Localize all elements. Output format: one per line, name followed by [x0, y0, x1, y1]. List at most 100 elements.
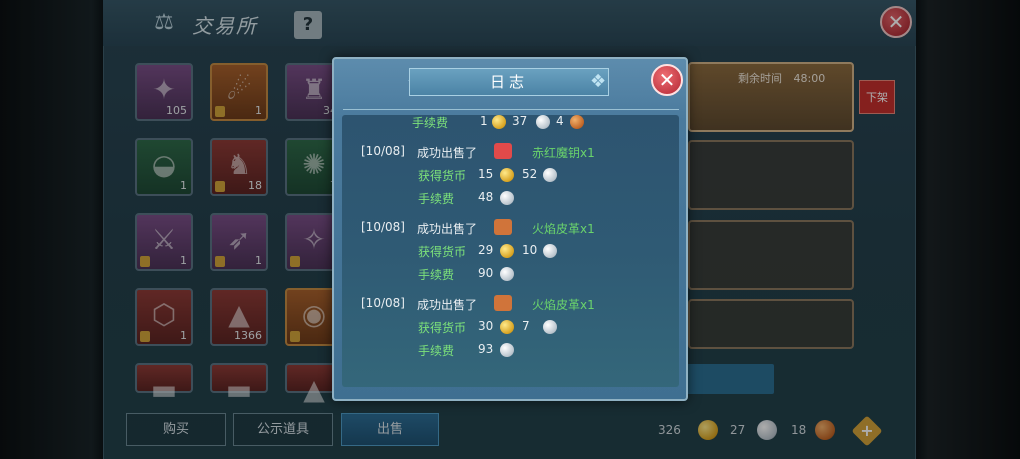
silver-coin-icon	[543, 168, 557, 182]
inventory-slot[interactable]: ✦ 105	[135, 63, 193, 121]
item-icon	[494, 143, 512, 159]
earn-silver-value: 10	[522, 243, 538, 257]
inventory-slot[interactable]: ▲ 1366	[210, 288, 268, 346]
item-icon: ➶	[227, 223, 251, 256]
silver-coin-icon	[500, 343, 514, 357]
log-action: 成功出售了	[417, 298, 478, 312]
page-title: 交易所	[192, 14, 258, 38]
item-icon	[494, 219, 512, 235]
close-exchange-button[interactable]: ✕	[880, 6, 912, 38]
remaining-time-value: 48:00	[793, 72, 826, 85]
item-icon: ☄	[226, 73, 252, 106]
item-count: 1366	[234, 329, 262, 342]
log-date: [10/08]	[361, 296, 405, 310]
earn-silver-value: 7	[522, 319, 530, 333]
item-icon: ◒	[151, 148, 177, 181]
sale-slot[interactable]	[688, 220, 854, 290]
log-list[interactable]: 手续费 1 37 4 [10/08] 成功出售了 赤红魔钥x1 获得货币 15 52 手续费…	[342, 115, 679, 387]
sale-slot[interactable]	[688, 299, 854, 349]
scale-icon: ⚖	[154, 10, 174, 35]
divider	[343, 109, 679, 110]
tab-sell[interactable]: 出售	[341, 413, 439, 446]
fee-label: 手续费	[418, 268, 455, 282]
item-count: 18	[248, 179, 262, 192]
inventory-slot[interactable]: ◒ 1	[135, 138, 193, 196]
log-item-name: 火焰皮革x1	[532, 298, 595, 312]
earn-label: 获得货币	[418, 245, 467, 259]
copper-coin-icon	[570, 115, 584, 129]
inventory-slot[interactable]: ▬	[135, 363, 193, 406]
lock-icon	[215, 256, 225, 267]
silver-count: 27	[730, 423, 746, 437]
remaining-time-label: 剩余时间	[738, 72, 782, 85]
log-item-name: 赤红魔钥x1	[532, 146, 595, 160]
item-count: 1	[255, 254, 262, 267]
earn-label: 获得货币	[418, 169, 467, 183]
gold-coin-icon	[698, 420, 718, 440]
item-count: 105	[166, 104, 187, 117]
ornament-right-icon: ❖	[590, 71, 607, 92]
gold-coin-icon	[500, 244, 514, 258]
log-item-name: 火焰皮革x1	[532, 222, 595, 236]
tab-public-items[interactable]: 公示道具	[233, 413, 333, 446]
tab-buy[interactable]: 购买	[126, 413, 226, 446]
silver-coin-icon	[543, 244, 557, 258]
item-count: 1	[255, 104, 262, 117]
gold-coin-icon	[500, 168, 514, 182]
silver-coin-icon	[757, 420, 777, 440]
partial-copper-value: 4	[556, 115, 564, 128]
partial-fee-label: 手续费	[412, 116, 449, 130]
help-button[interactable]: ?	[294, 11, 322, 39]
item-icon: ▲	[228, 298, 250, 331]
copper-coin-icon	[815, 420, 835, 440]
sale-slot[interactable]	[688, 140, 854, 210]
log-action: 成功出售了	[417, 146, 478, 160]
plus-icon: +	[860, 421, 874, 440]
lock-icon	[140, 331, 150, 342]
inventory-slot[interactable]: ⬡ 1	[135, 288, 193, 346]
gold-coin-icon	[492, 115, 506, 129]
item-icon: ▬	[225, 373, 253, 406]
close-dialog-button[interactable]: ✕	[651, 64, 683, 96]
unshelf-button[interactable]: 下架	[859, 80, 895, 114]
lock-icon	[215, 106, 225, 117]
game-screen: ⚖ 交易所 ? ✕ ✦105☄1♜34◒1♞18✺7⚔1➶1✧⬡1▲1366◉▬…	[0, 0, 1020, 459]
lock-icon	[290, 331, 300, 342]
earn-gold-value: 29	[478, 243, 494, 257]
remaining-time: 剩余时间 48:00	[738, 70, 825, 86]
inventory-slot[interactable]: ☄ 1	[210, 63, 268, 121]
copper-count: 18	[791, 423, 807, 437]
gold-count: 326	[658, 423, 681, 437]
item-icon: ⬡	[151, 298, 177, 331]
silver-coin-icon	[543, 320, 557, 334]
item-icon	[494, 295, 512, 311]
silver-coin-icon	[500, 267, 514, 281]
gold-coin-icon	[500, 320, 514, 334]
item-count: 1	[180, 329, 187, 342]
add-currency-button[interactable]: +	[851, 415, 883, 447]
sell-confirm-button[interactable]	[680, 364, 774, 394]
inventory-slot[interactable]: ➶ 1	[210, 213, 268, 271]
item-count: 1	[180, 254, 187, 267]
log-date: [10/08]	[361, 220, 405, 234]
silver-coin-icon	[536, 115, 550, 129]
inventory-slot[interactable]: ⚔ 1	[135, 213, 193, 271]
inventory-slot[interactable]: ♞ 18	[210, 138, 268, 196]
fee-silver-value: 93	[478, 342, 494, 356]
fee-label: 手续费	[418, 192, 455, 206]
silver-coin-icon	[500, 191, 514, 205]
earn-label: 获得货币	[418, 321, 467, 335]
partial-gold-value: 1	[480, 115, 488, 128]
log-action: 成功出售了	[417, 222, 478, 236]
inventory-slot[interactable]: ▬	[210, 363, 268, 406]
fee-label: 手续费	[418, 344, 455, 358]
item-icon: ⚔	[151, 223, 177, 256]
dialog-title: 日志	[409, 68, 609, 96]
fee-silver-value: 48	[478, 190, 494, 204]
earn-silver-value: 52	[522, 167, 538, 181]
lock-icon	[290, 256, 300, 267]
earn-gold-value: 15	[478, 167, 494, 181]
lock-icon	[140, 256, 150, 267]
lock-icon	[215, 181, 225, 192]
item-icon: ♞	[226, 148, 252, 181]
